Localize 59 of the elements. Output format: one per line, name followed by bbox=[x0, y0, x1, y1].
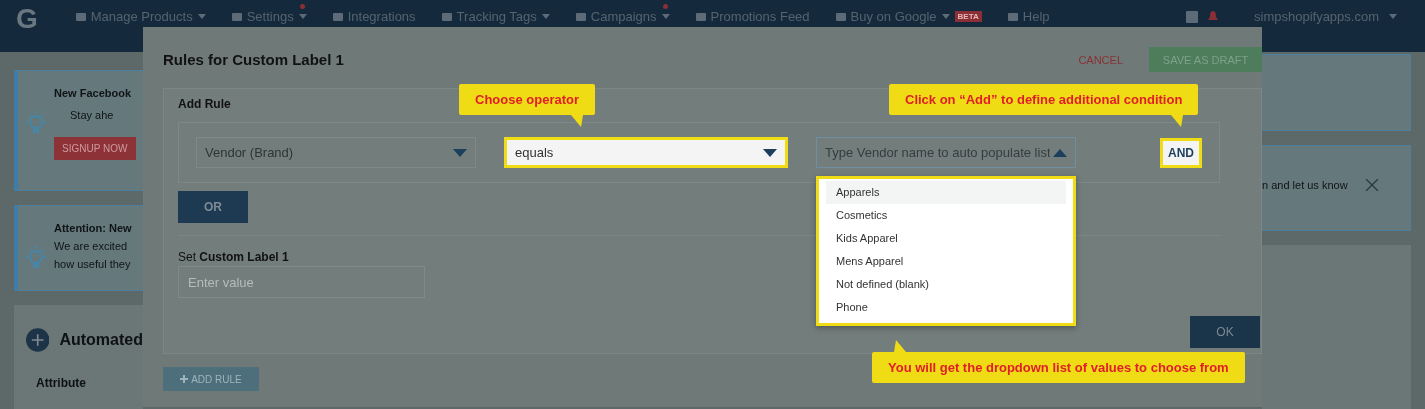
dropdown-option[interactable]: Mens Apparel bbox=[826, 250, 1066, 273]
callout: Choose operator bbox=[459, 84, 595, 115]
modal-title: Rules for Custom Label 1 bbox=[163, 51, 344, 68]
ok-button[interactable]: OK bbox=[1190, 316, 1260, 348]
add-rule-button[interactable]: ADD RULE bbox=[163, 367, 259, 391]
add-icon[interactable] bbox=[26, 326, 50, 354]
cancel-button[interactable]: CANCEL bbox=[1072, 52, 1129, 67]
plus-icon bbox=[180, 375, 189, 383]
menu-item-icon bbox=[575, 11, 586, 22]
close-icon[interactable] bbox=[1365, 179, 1378, 191]
signup-button[interactable]: SIGNUP NOW bbox=[54, 137, 136, 160]
nav-menu-item[interactable]: Promotions Feed bbox=[710, 9, 810, 24]
operator-select[interactable]: equals bbox=[504, 137, 788, 168]
card-title: New Facebook bbox=[54, 87, 133, 99]
caret-icon bbox=[763, 148, 777, 157]
notice-text: We are excited bbox=[54, 240, 129, 252]
bell-icon[interactable] bbox=[1208, 10, 1218, 23]
value-input-field[interactable]: Enter value bbox=[178, 266, 425, 298]
section-heading: Add Rule bbox=[178, 97, 231, 111]
menu-item-icon bbox=[231, 11, 242, 22]
or-button[interactable]: OR bbox=[178, 191, 248, 223]
menu-item-icon bbox=[695, 11, 706, 22]
vendor-search-field[interactable]: Type Vendor name to auto populate list bbox=[816, 137, 1076, 168]
callout: Click on “Add” to define additional condition bbox=[889, 84, 1199, 115]
dropdown-option[interactable]: Phone bbox=[826, 296, 1066, 319]
menu-item-icon bbox=[835, 11, 846, 22]
nav-menu-item[interactable]: Manage Products bbox=[90, 9, 193, 24]
callout-pointer bbox=[1171, 115, 1183, 127]
and-button[interactable]: AND bbox=[1160, 137, 1202, 168]
nav-menu-item[interactable]: Campaigns bbox=[590, 9, 657, 24]
nav-menu-item[interactable]: Settings bbox=[246, 9, 294, 24]
nav-menu-item[interactable]: Buy on Google bbox=[850, 9, 937, 24]
caret-icon bbox=[453, 148, 467, 157]
section-title: Automated bbox=[59, 331, 143, 349]
notice-text: n and let us know bbox=[1262, 179, 1348, 191]
menu-item-icon bbox=[1007, 11, 1018, 22]
notice-text: how useful they bbox=[54, 258, 132, 270]
dropdown-option[interactable]: Not defined (blank) bbox=[826, 273, 1066, 296]
column-header: Attribute bbox=[36, 376, 87, 390]
logo[interactable]: G bbox=[16, 5, 38, 33]
menu-item-icon bbox=[75, 11, 86, 22]
callout-pointer bbox=[571, 115, 583, 127]
beta-badge: BETA bbox=[954, 11, 982, 22]
dropdown-option[interactable]: Cosmetics bbox=[826, 204, 1066, 227]
callout: You will get the dropdown list of values to choose from bbox=[872, 352, 1245, 383]
bullet-text: Stay ahe bbox=[70, 109, 115, 121]
card-title: Attention: New bbox=[54, 222, 132, 234]
menu-item-icon bbox=[332, 11, 343, 22]
callout-pointer bbox=[894, 340, 906, 352]
nav-menu-item[interactable]: Tracking Tags bbox=[456, 9, 537, 24]
dropdown-option[interactable]: Kids Apparel bbox=[826, 227, 1066, 250]
field-label: Set Custom Label 1 bbox=[178, 250, 289, 264]
account-menu[interactable]: simpshopifyapps.com bbox=[1254, 9, 1379, 24]
attribute-select[interactable]: Vendor (Brand) bbox=[196, 137, 476, 168]
nav-menu-item[interactable]: Integrations bbox=[347, 9, 416, 24]
nav-menu-item[interactable]: Help bbox=[1022, 9, 1050, 24]
dropdown-option[interactable]: Apparels bbox=[826, 181, 1066, 204]
menu-item-icon bbox=[441, 11, 452, 22]
caret-icon bbox=[1389, 14, 1397, 19]
